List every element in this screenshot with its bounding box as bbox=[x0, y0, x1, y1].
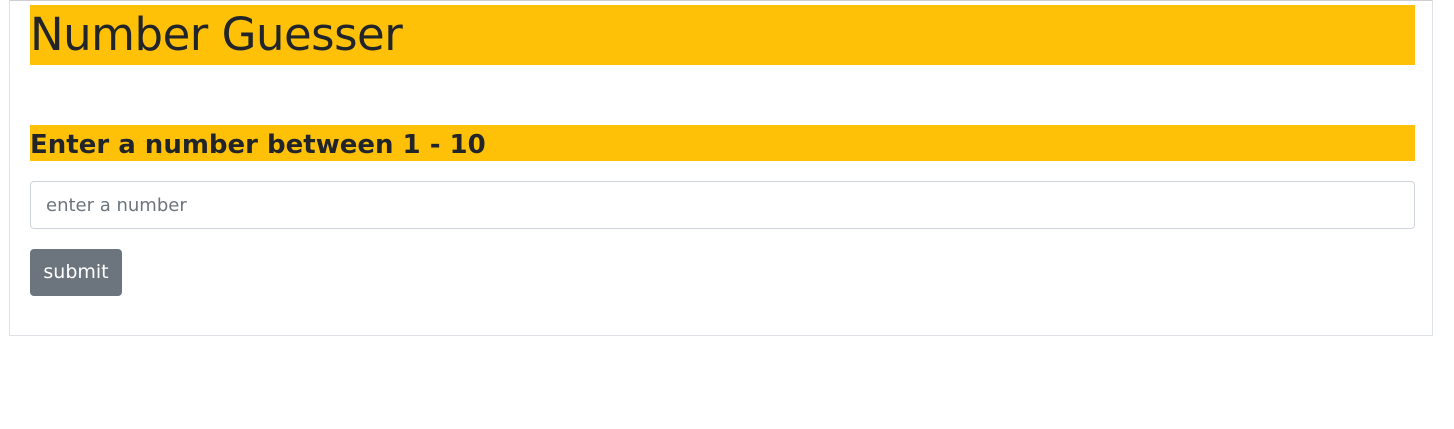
instructions-heading: Enter a number between 1 - 10 bbox=[30, 125, 1415, 161]
game-card: Number Guesser Enter a number between 1 … bbox=[9, 0, 1433, 336]
number-input[interactable] bbox=[30, 181, 1415, 229]
submit-button[interactable]: submit bbox=[30, 249, 122, 296]
page-title: Number Guesser bbox=[30, 5, 1415, 65]
